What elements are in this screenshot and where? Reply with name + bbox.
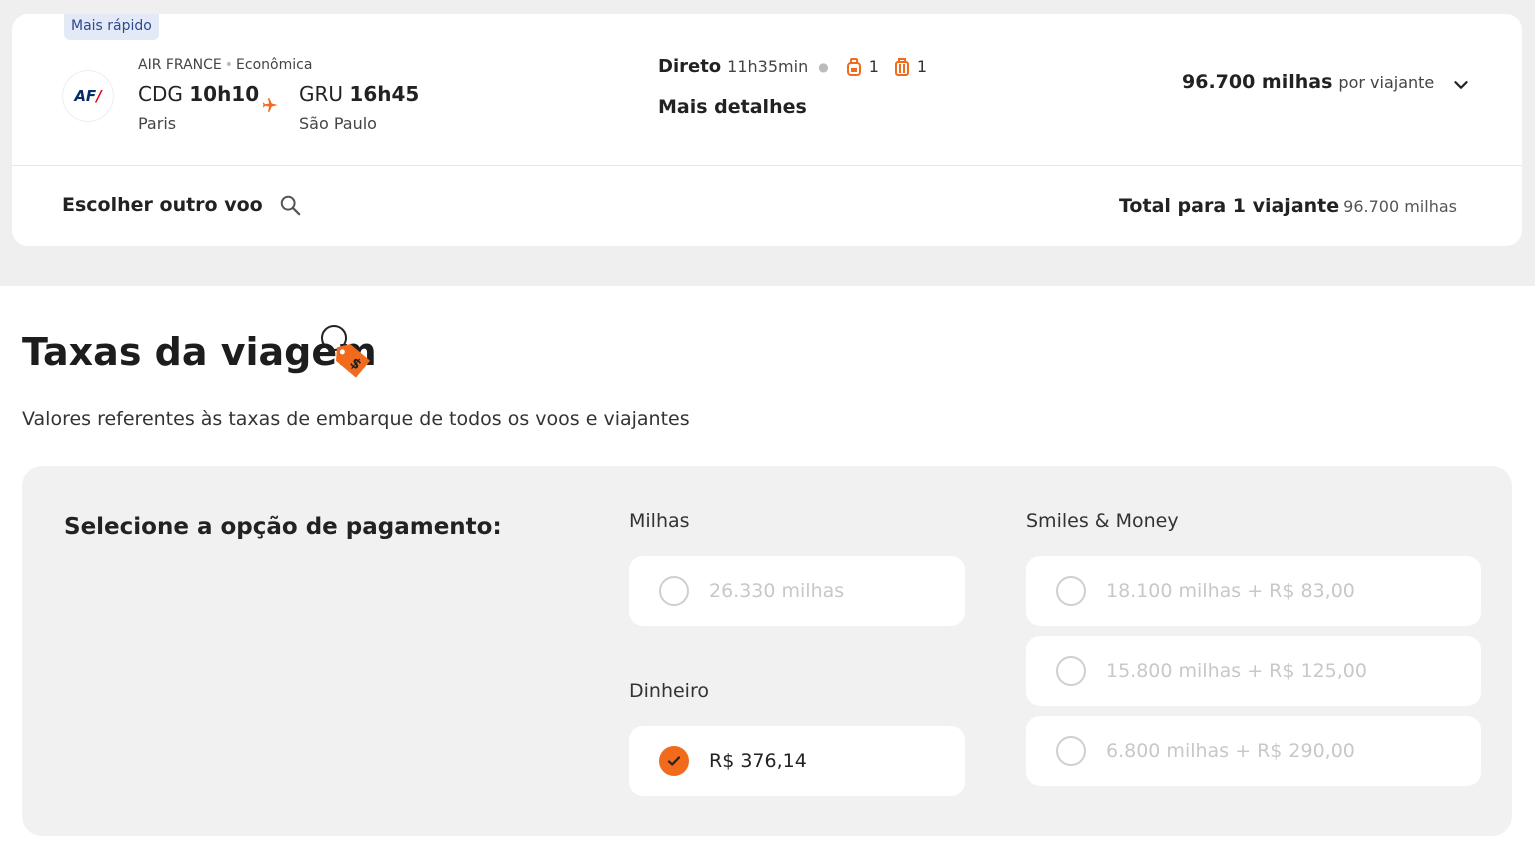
carry-on-bag: 1: [846, 57, 879, 76]
flight-summary-band: Mais rápido AF / AIR FRANCE • Econômica CDG…: [0, 0, 1535, 286]
payment-option-label: Selecione a opção de pagamento:: [64, 514, 502, 540]
total-value: 96.700 milhas: [1343, 197, 1457, 216]
fees-subtitle: Valores referentes às taxas de embarque …: [22, 408, 690, 430]
payment-panel: Selecione a opção de pagamento: Milhas 2…: [22, 466, 1512, 836]
flight-info-row: Direto 11h35min ● 1 1: [658, 56, 928, 77]
suitcase-icon: [894, 57, 909, 76]
smiles-radio-2[interactable]: [1056, 656, 1086, 686]
checked-bag: 1: [894, 57, 927, 76]
duration: 11h35min: [727, 57, 809, 76]
airline-cabin: AIR FRANCE • Econômica: [138, 57, 313, 73]
price-tag-icon: $: [321, 325, 371, 378]
cash-group-label: Dinheiro: [629, 680, 709, 702]
origin-code: CDG: [138, 82, 183, 106]
origin-segment: CDG 10h10 Paris: [138, 82, 259, 133]
plane-icon: [262, 98, 278, 112]
miles-option[interactable]: 26.330 milhas: [629, 556, 965, 626]
price-per-traveler: 96.700 milhas por viajante: [1182, 71, 1434, 93]
cash-option[interactable]: R$ 376,14: [629, 726, 965, 796]
smiles-money-group-label: Smiles & Money: [1026, 510, 1179, 532]
flight-card: Mais rápido AF / AIR FRANCE • Econômica CDG…: [12, 14, 1522, 246]
backpack-icon: [846, 57, 861, 76]
arrival-time: 16h45: [349, 82, 420, 106]
destination-segment: GRU 16h45 São Paulo: [299, 82, 419, 133]
smiles-option-3[interactable]: 6.800 milhas + R$ 290,00: [1026, 716, 1481, 786]
price-miles: 96.700 milhas: [1182, 71, 1333, 93]
departure-time: 10h10: [189, 82, 260, 106]
total-label: Total para 1 viajante: [1119, 195, 1340, 217]
smiles-radio-3[interactable]: [1056, 736, 1086, 766]
air-france-logo: AF /: [62, 70, 114, 122]
card-divider: [12, 165, 1522, 166]
choose-other-flight-button[interactable]: Escolher outro voo: [62, 194, 301, 216]
total-price: Total para 1 viajante 96.700 milhas: [1119, 195, 1457, 217]
stops-label: Direto: [658, 56, 722, 77]
search-icon: [280, 195, 300, 216]
cabin-class: Econômica: [236, 57, 313, 73]
smiles-option-1[interactable]: 18.100 milhas + R$ 83,00: [1026, 556, 1481, 626]
smiles-radio-1[interactable]: [1056, 576, 1086, 606]
checkmark-icon[interactable]: [659, 746, 689, 776]
miles-group-label: Milhas: [629, 510, 690, 532]
chevron-down-icon[interactable]: [1450, 74, 1472, 96]
destination-city: São Paulo: [299, 114, 377, 133]
more-details-link[interactable]: Mais detalhes: [658, 96, 807, 118]
miles-radio[interactable]: [659, 576, 689, 606]
destination-code: GRU: [299, 82, 344, 106]
smiles-option-2[interactable]: 15.800 milhas + R$ 125,00: [1026, 636, 1481, 706]
airline-name: AIR FRANCE: [138, 57, 222, 73]
origin-city: Paris: [138, 114, 177, 133]
fastest-badge: Mais rápido: [64, 14, 159, 40]
price-suffix: por viajante: [1338, 73, 1435, 92]
